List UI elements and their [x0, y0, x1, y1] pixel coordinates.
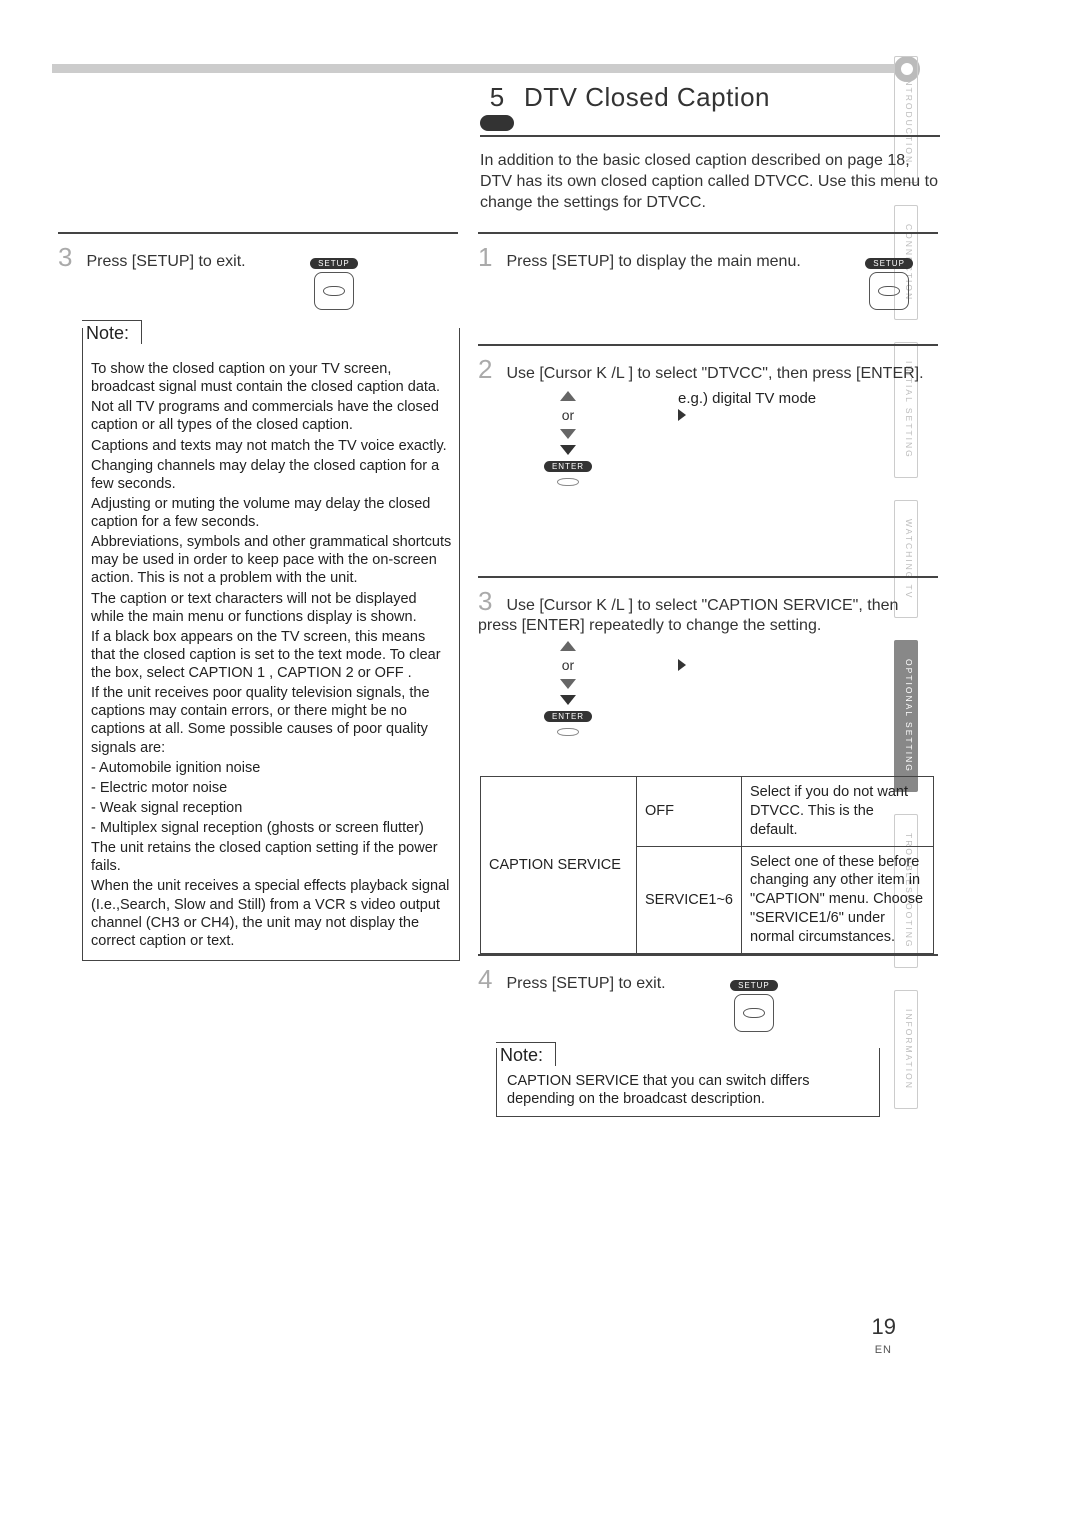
note-item: The unit retains the closed caption sett… [91, 839, 453, 875]
step-text: Use [Cursor K /L ] to select "CAPTION SE… [478, 597, 898, 634]
section-marker-icon [480, 115, 514, 131]
arrow-up-icon [560, 641, 576, 651]
remote-button-label: SETUP [310, 258, 358, 269]
arrow-right-icon [678, 659, 686, 671]
step-text: Press [SETUP] to exit. [86, 253, 245, 270]
caption-service-label: CAPTION SERVICE [481, 777, 637, 954]
arrow-down-fill-icon [560, 695, 576, 705]
step-text: Press [SETUP] to exit. [506, 975, 665, 992]
note-item: Captions and texts may not match the TV … [91, 437, 453, 455]
right-step-2: 2 Use [Cursor K /L ] to select "DTVCC", … [478, 344, 938, 486]
or-text: or [562, 407, 574, 423]
step-number: 1 [478, 242, 496, 273]
arrow-down-fill-icon [560, 445, 576, 455]
note-item: Changing channels may delay the closed c… [91, 457, 453, 493]
note-item: If the unit receives poor quality televi… [91, 684, 453, 757]
enter-label: ENTER [544, 711, 592, 722]
manual-page: INTRODUCTION CONNECTION INITIAL SETTING … [0, 0, 1080, 1526]
example-label: e.g.) digital TV mode [678, 390, 816, 407]
note-box-right: CAPTION SERVICE that you can switch diff… [496, 1048, 880, 1117]
table-row: CAPTION SERVICE OFF Select if you do not… [481, 777, 934, 847]
cursor-cluster-icon: or ENTER [538, 641, 598, 736]
note-subitem: - Electric motor noise [91, 779, 453, 797]
header-rule [52, 64, 902, 73]
option-service-range: SERVICE1~6 [637, 846, 742, 953]
note-item: To show the closed caption on your TV sc… [91, 360, 453, 396]
button-icon [557, 728, 579, 736]
step-number: 3 [478, 586, 496, 617]
page-number: 19 [872, 1314, 896, 1340]
arrow-up-icon [560, 391, 576, 401]
section-heading: 5 DTV Closed Caption In addition to the … [480, 82, 940, 213]
arrow-down-icon [560, 679, 576, 689]
or-text: or [562, 657, 574, 673]
option-off-desc: Select if you do not want DTVCC. This is… [742, 777, 934, 847]
note-item: Abbreviations, symbols and other grammat… [91, 533, 453, 587]
section-intro: In addition to the basic closed caption … [480, 151, 940, 213]
note-item: Not all TV programs and commercials have… [91, 398, 453, 434]
note-item: When the unit receives a special effects… [91, 877, 453, 950]
section-title: DTV Closed Caption [524, 82, 770, 113]
right-step-4: 4 Press [SETUP] to exit. SETUP [478, 954, 938, 1032]
arrow-down-icon [560, 429, 576, 439]
step-number: 3 [58, 242, 76, 273]
note-item: The caption or text characters will not … [91, 590, 453, 626]
page-language: EN [875, 1344, 892, 1356]
note-item: CAPTION SERVICE that you can switch diff… [507, 1073, 809, 1107]
step-text: Use [Cursor K /L ] to select "DTVCC", th… [506, 365, 923, 382]
remote-button-label: SETUP [865, 258, 913, 269]
option-service-range-desc: Select one of these before changing any … [742, 846, 934, 953]
step-text: Press [SETUP] to display the main menu. [506, 253, 800, 270]
caption-service-table: CAPTION SERVICE OFF Select if you do not… [480, 776, 934, 954]
section-number: 5 [490, 82, 504, 113]
right-step-1: 1 Press [SETUP] to display the main menu… [478, 232, 938, 310]
note-box-left: To show the closed caption on your TV sc… [82, 328, 460, 961]
button-icon [557, 478, 579, 486]
remote-button-label: SETUP [730, 980, 778, 991]
note-subitem: - Automobile ignition noise [91, 759, 453, 777]
note-item: Adjusting or muting the volume may delay… [91, 495, 453, 531]
remote-setup-icon: SETUP [730, 980, 778, 1032]
step-number: 2 [478, 354, 496, 385]
remote-setup-icon: SETUP [865, 258, 913, 310]
arrow-right-icon [678, 409, 686, 421]
left-step-3: 3 Press [SETUP] to exit. SETUP [58, 232, 458, 310]
cursor-cluster-icon: or ENTER [538, 391, 598, 486]
enter-label: ENTER [544, 461, 592, 472]
note-subitem: - Multiplex signal reception (ghosts or … [91, 819, 453, 837]
note-subitem: - Weak signal reception [91, 799, 453, 817]
step-number: 4 [478, 964, 496, 995]
note-item: If a black box appears on the TV screen,… [91, 628, 453, 682]
option-off: OFF [637, 777, 742, 847]
right-step-3: 3 Use [Cursor K /L ] to select "CAPTION … [478, 576, 938, 736]
remote-setup-icon: SETUP [310, 258, 358, 310]
